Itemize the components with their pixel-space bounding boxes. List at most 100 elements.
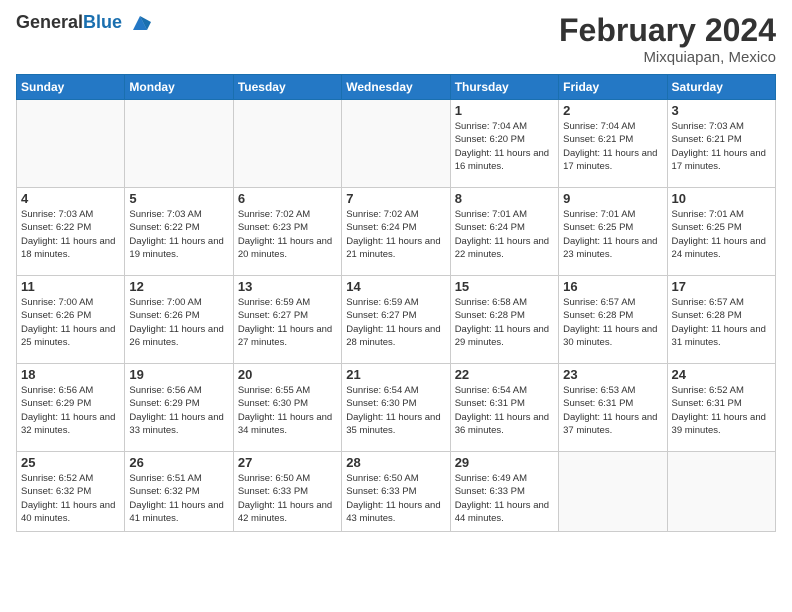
day-number: 13	[238, 279, 337, 294]
calendar-cell: 10 Sunrise: 7:01 AM Sunset: 6:25 PM Dayli…	[667, 188, 775, 276]
day-number: 23	[563, 367, 662, 382]
calendar-cell: 17Sunrise: 6:57 AM Sunset: 6:28 PM Dayli…	[667, 276, 775, 364]
calendar-table: Sunday Monday Tuesday Wednesday Thursday…	[16, 74, 776, 532]
day-number: 26	[129, 455, 228, 470]
day-info: Sunrise: 6:52 AM Sunset: 6:32 PM Dayligh…	[21, 472, 120, 525]
calendar-cell: 5 Sunrise: 7:03 AM Sunset: 6:22 PM Daylig…	[125, 188, 233, 276]
day-number: 1	[455, 103, 554, 118]
logo: GeneralBlue	[16, 12, 151, 34]
day-info: Sunrise: 6:56 AM Sunset: 6:29 PM Dayligh…	[21, 384, 120, 437]
header: GeneralBlue February 2024 Mixquiapan, Me…	[16, 12, 776, 66]
day-info: Sunrise: 6:50 AM Sunset: 6:33 PM Dayligh…	[238, 472, 337, 525]
day-info: Sunrise: 6:49 AM Sunset: 6:33 PM Dayligh…	[455, 472, 554, 525]
day-info: Sunrise: 7:00 AM Sunset: 6:26 PM Dayligh…	[21, 296, 120, 349]
day-number: 19	[129, 367, 228, 382]
page: GeneralBlue February 2024 Mixquiapan, Me…	[0, 0, 792, 612]
day-number: 7	[346, 191, 445, 206]
calendar-cell: 26 Sunrise: 6:51 AM Sunset: 6:32 PM Dayli…	[125, 452, 233, 532]
day-number: 8	[455, 191, 554, 206]
day-info: Sunrise: 7:02 AM Sunset: 6:24 PM Dayligh…	[346, 208, 445, 261]
calendar-cell: 3 Sunrise: 7:03 AM Sunset: 6:21 PM Daylig…	[667, 100, 775, 188]
day-info: Sunrise: 6:59 AM Sunset: 6:27 PM Dayligh…	[238, 296, 337, 349]
day-info: Sunrise: 6:59 AM Sunset: 6:27 PM Dayligh…	[346, 296, 445, 349]
location-subtitle: Mixquiapan, Mexico	[559, 49, 776, 66]
day-number: 20	[238, 367, 337, 382]
day-number: 11	[21, 279, 120, 294]
logo-blue-text: Blue	[83, 12, 122, 32]
day-info: Sunrise: 6:57 AM Sunset: 6:28 PM Dayligh…	[563, 296, 662, 349]
day-number: 22	[455, 367, 554, 382]
calendar-cell: 11 Sunrise: 7:00 AM Sunset: 6:26 PM Dayli…	[17, 276, 125, 364]
calendar-cell: 8 Sunrise: 7:01 AM Sunset: 6:24 PM Daylig…	[450, 188, 558, 276]
day-info: Sunrise: 6:53 AM Sunset: 6:31 PM Dayligh…	[563, 384, 662, 437]
calendar-cell: 15 Sunrise: 6:58 AM Sunset: 6:28 PM Dayli…	[450, 276, 558, 364]
calendar-cell: 9 Sunrise: 7:01 AM Sunset: 6:25 PM Daylig…	[559, 188, 667, 276]
col-monday: Monday	[125, 75, 233, 100]
day-info: Sunrise: 6:54 AM Sunset: 6:30 PM Dayligh…	[346, 384, 445, 437]
day-info: Sunrise: 6:52 AM Sunset: 6:31 PM Dayligh…	[672, 384, 771, 437]
day-info: Sunrise: 7:03 AM Sunset: 6:22 PM Dayligh…	[21, 208, 120, 261]
day-number: 3	[672, 103, 771, 118]
calendar-cell	[125, 100, 233, 188]
calendar-cell: 27Sunrise: 6:50 AM Sunset: 6:33 PM Dayli…	[233, 452, 341, 532]
calendar-cell: 14Sunrise: 6:59 AM Sunset: 6:27 PM Dayli…	[342, 276, 450, 364]
calendar-cell: 24 Sunrise: 6:52 AM Sunset: 6:31 PM Dayli…	[667, 364, 775, 452]
day-info: Sunrise: 7:04 AM Sunset: 6:21 PM Dayligh…	[563, 120, 662, 173]
calendar-cell: 1 Sunrise: 7:04 AM Sunset: 6:20 PM Daylig…	[450, 100, 558, 188]
calendar-cell: 6 Sunrise: 7:02 AM Sunset: 6:23 PM Daylig…	[233, 188, 341, 276]
calendar-cell: 19 Sunrise: 6:56 AM Sunset: 6:29 PM Dayli…	[125, 364, 233, 452]
day-info: Sunrise: 7:01 AM Sunset: 6:25 PM Dayligh…	[672, 208, 771, 261]
logo-general-text: General	[16, 12, 83, 32]
calendar-cell: 2 Sunrise: 7:04 AM Sunset: 6:21 PM Daylig…	[559, 100, 667, 188]
calendar-cell	[667, 452, 775, 532]
day-info: Sunrise: 6:55 AM Sunset: 6:30 PM Dayligh…	[238, 384, 337, 437]
calendar-week-row: 1 Sunrise: 7:04 AM Sunset: 6:20 PM Daylig…	[17, 100, 776, 188]
day-number: 2	[563, 103, 662, 118]
day-info: Sunrise: 7:03 AM Sunset: 6:21 PM Dayligh…	[672, 120, 771, 173]
day-number: 15	[455, 279, 554, 294]
calendar-week-row: 11 Sunrise: 7:00 AM Sunset: 6:26 PM Dayli…	[17, 276, 776, 364]
calendar-cell: 4 Sunrise: 7:03 AM Sunset: 6:22 PM Daylig…	[17, 188, 125, 276]
day-info: Sunrise: 6:50 AM Sunset: 6:33 PM Dayligh…	[346, 472, 445, 525]
day-info: Sunrise: 7:01 AM Sunset: 6:25 PM Dayligh…	[563, 208, 662, 261]
calendar-cell: 23 Sunrise: 6:53 AM Sunset: 6:31 PM Dayli…	[559, 364, 667, 452]
day-info: Sunrise: 6:56 AM Sunset: 6:29 PM Dayligh…	[129, 384, 228, 437]
calendar-cell: 25 Sunrise: 6:52 AM Sunset: 6:32 PM Dayli…	[17, 452, 125, 532]
calendar-cell: 13 Sunrise: 6:59 AM Sunset: 6:27 PM Dayli…	[233, 276, 341, 364]
day-info: Sunrise: 7:03 AM Sunset: 6:22 PM Dayligh…	[129, 208, 228, 261]
calendar-cell	[342, 100, 450, 188]
calendar-cell: 7 Sunrise: 7:02 AM Sunset: 6:24 PM Daylig…	[342, 188, 450, 276]
day-info: Sunrise: 7:04 AM Sunset: 6:20 PM Dayligh…	[455, 120, 554, 173]
day-number: 25	[21, 455, 120, 470]
calendar-cell: 12Sunrise: 7:00 AM Sunset: 6:26 PM Dayli…	[125, 276, 233, 364]
calendar-cell: 20 Sunrise: 6:55 AM Sunset: 6:30 PM Dayli…	[233, 364, 341, 452]
calendar-cell	[559, 452, 667, 532]
day-info: Sunrise: 6:51 AM Sunset: 6:32 PM Dayligh…	[129, 472, 228, 525]
month-year-title: February 2024	[559, 12, 776, 49]
calendar-cell: 21Sunrise: 6:54 AM Sunset: 6:30 PM Dayli…	[342, 364, 450, 452]
day-info: Sunrise: 6:57 AM Sunset: 6:28 PM Dayligh…	[672, 296, 771, 349]
day-number: 24	[672, 367, 771, 382]
col-saturday: Saturday	[667, 75, 775, 100]
day-number: 18	[21, 367, 120, 382]
col-friday: Friday	[559, 75, 667, 100]
title-block: February 2024 Mixquiapan, Mexico	[559, 12, 776, 66]
calendar-cell	[17, 100, 125, 188]
col-wednesday: Wednesday	[342, 75, 450, 100]
day-info: Sunrise: 7:01 AM Sunset: 6:24 PM Dayligh…	[455, 208, 554, 261]
calendar-week-row: 4 Sunrise: 7:03 AM Sunset: 6:22 PM Daylig…	[17, 188, 776, 276]
day-number: 9	[563, 191, 662, 206]
calendar-week-row: 25 Sunrise: 6:52 AM Sunset: 6:32 PM Dayli…	[17, 452, 776, 532]
day-number: 5	[129, 191, 228, 206]
day-info: Sunrise: 6:58 AM Sunset: 6:28 PM Dayligh…	[455, 296, 554, 349]
calendar-cell: 22Sunrise: 6:54 AM Sunset: 6:31 PM Dayli…	[450, 364, 558, 452]
day-number: 6	[238, 191, 337, 206]
day-number: 10	[672, 191, 771, 206]
calendar-cell: 29Sunrise: 6:49 AM Sunset: 6:33 PM Dayli…	[450, 452, 558, 532]
day-number: 12	[129, 279, 228, 294]
col-sunday: Sunday	[17, 75, 125, 100]
day-number: 4	[21, 191, 120, 206]
calendar-week-row: 18 Sunrise: 6:56 AM Sunset: 6:29 PM Dayli…	[17, 364, 776, 452]
calendar-cell: 18 Sunrise: 6:56 AM Sunset: 6:29 PM Dayli…	[17, 364, 125, 452]
day-info: Sunrise: 7:02 AM Sunset: 6:23 PM Dayligh…	[238, 208, 337, 261]
